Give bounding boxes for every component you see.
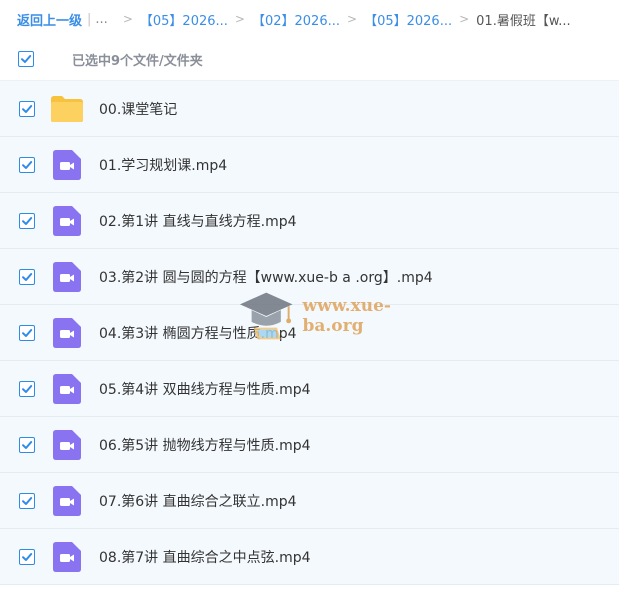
- row-checkbox[interactable]: [19, 156, 35, 173]
- file-name[interactable]: 07.第6讲 直曲综合之联立.mp4: [99, 491, 297, 511]
- list-item[interactable]: 00.课堂笔记: [0, 81, 619, 137]
- row-checkbox[interactable]: [19, 492, 35, 509]
- list-item[interactable]: 08.第7讲 直曲综合之中点弦.mp4: [0, 529, 619, 585]
- video-icon: [50, 260, 84, 294]
- selection-bar: 已选中9个文件/文件夹: [0, 38, 619, 81]
- breadcrumb-divider: |: [87, 11, 92, 27]
- check-icon: [22, 104, 33, 113]
- check-icon: [22, 160, 33, 169]
- row-checkbox[interactable]: [19, 548, 35, 565]
- list-item[interactable]: 04.第3讲 椭圆方程与性质.mp4: [0, 305, 619, 361]
- video-icon: [50, 372, 84, 406]
- chevron-right-icon: >: [234, 12, 245, 26]
- list-item[interactable]: 05.第4讲 双曲线方程与性质.mp4: [0, 361, 619, 417]
- chevron-right-icon: >: [122, 12, 133, 26]
- select-all-checkbox[interactable]: [18, 51, 34, 67]
- check-icon: [22, 552, 33, 561]
- check-icon: [22, 272, 33, 281]
- video-icon: [50, 316, 84, 350]
- breadcrumb-item[interactable]: 【02】2026...: [252, 10, 340, 29]
- folder-icon: [50, 92, 84, 126]
- file-name[interactable]: 08.第7讲 直曲综合之中点弦.mp4: [99, 547, 311, 567]
- video-icon: [50, 148, 84, 182]
- list-item[interactable]: 02.第1讲 直线与直线方程.mp4: [0, 193, 619, 249]
- check-icon: [22, 440, 33, 449]
- check-icon: [21, 55, 32, 63]
- row-checkbox[interactable]: [19, 380, 35, 397]
- row-checkbox[interactable]: [19, 212, 35, 229]
- file-name[interactable]: 06.第5讲 抛物线方程与性质.mp4: [99, 435, 311, 455]
- file-name[interactable]: 00.课堂笔记: [99, 99, 177, 119]
- list-item[interactable]: 06.第5讲 抛物线方程与性质.mp4: [0, 417, 619, 473]
- check-icon: [22, 384, 33, 393]
- chevron-right-icon: >: [347, 12, 358, 26]
- check-icon: [22, 328, 33, 337]
- list-item[interactable]: 01.学习规划课.mp4: [0, 137, 619, 193]
- row-checkbox[interactable]: [19, 324, 35, 341]
- check-icon: [22, 496, 33, 505]
- list-item[interactable]: 07.第6讲 直曲综合之联立.mp4: [0, 473, 619, 529]
- file-name[interactable]: 05.第4讲 双曲线方程与性质.mp4: [99, 379, 311, 399]
- breadcrumb: 返回上一级 | ... > 【05】2026... > 【02】2026... …: [0, 0, 619, 38]
- file-name[interactable]: 01.学习规划课.mp4: [99, 155, 227, 175]
- breadcrumb-current: 01.暑假班【w...: [476, 13, 571, 29]
- video-icon: [50, 540, 84, 574]
- video-icon: [50, 428, 84, 462]
- video-icon: [50, 204, 84, 238]
- breadcrumb-ellipsis[interactable]: ...: [95, 12, 107, 27]
- breadcrumb-item[interactable]: 【05】2026...: [140, 10, 228, 29]
- list-item[interactable]: 03.第2讲 圆与圆的方程【www.xue-b a .org】.mp4: [0, 249, 619, 305]
- row-checkbox[interactable]: [19, 268, 35, 285]
- row-checkbox[interactable]: [19, 100, 35, 117]
- file-name[interactable]: 02.第1讲 直线与直线方程.mp4: [99, 211, 297, 231]
- check-icon: [22, 216, 33, 225]
- back-link[interactable]: 返回上一级: [17, 10, 82, 29]
- breadcrumb-item[interactable]: 【05】2026...: [364, 10, 452, 29]
- file-name[interactable]: 03.第2讲 圆与圆的方程【www.xue-b a .org】.mp4: [99, 267, 433, 287]
- row-checkbox[interactable]: [19, 436, 35, 453]
- selection-count: 已选中9个文件/文件夹: [72, 53, 203, 69]
- chevron-right-icon: >: [459, 12, 470, 26]
- file-name[interactable]: 04.第3讲 椭圆方程与性质.mp4: [99, 323, 297, 343]
- video-icon: [50, 484, 84, 518]
- file-list: 00.课堂笔记 01.学习规划课.mp4 02.第1讲 直线与直线方程.mp4: [0, 81, 619, 585]
